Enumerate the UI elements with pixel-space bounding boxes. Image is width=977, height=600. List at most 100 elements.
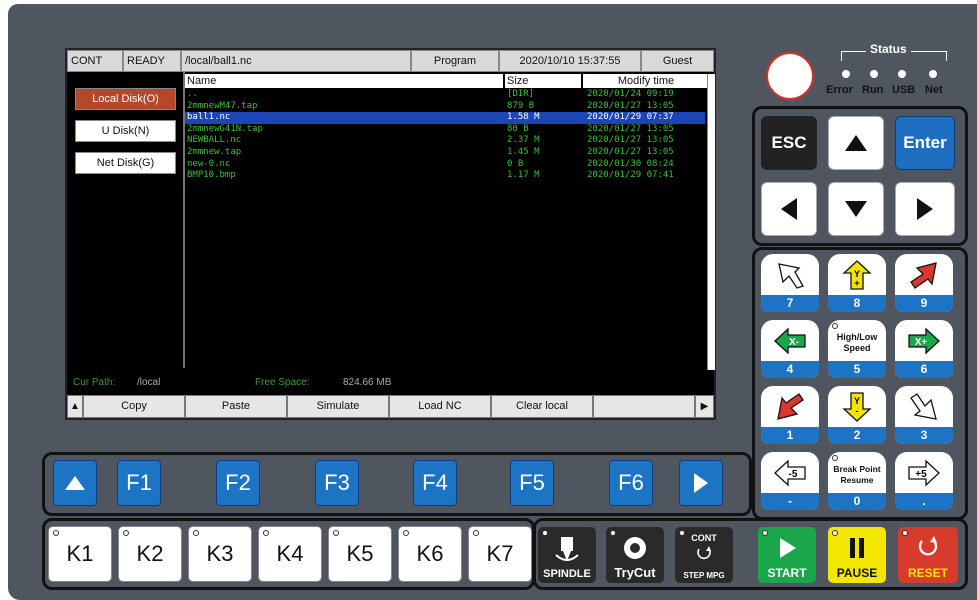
num-key-1[interactable]: 1 [761,386,819,444]
user-display: Guest [641,50,714,72]
file-row[interactable]: BMP10.bmp 1.17 M 2020/01/29 07:41 [185,170,705,182]
k5-key[interactable]: K5 [328,526,392,582]
indicator-dot [473,530,479,536]
path-status-line: Cur Path: /local Free Space: 824.66 MB [67,372,714,394]
y-plus-icon: Y + [828,256,886,294]
f3-key[interactable]: F3 [315,460,359,506]
num-key-9[interactable]: 9 [895,254,953,312]
k6-label: K6 [416,541,444,566]
svg-text:Y: Y [854,396,860,406]
spindle-key[interactable]: SPINDLE [538,527,596,583]
xy-diagonal-up-icon [895,256,953,294]
file-row[interactable]: new-0.nc 0 B 2020/01/30 08:24 [185,159,705,171]
file-row[interactable]: 2mmnew.tap 1.45 M 2020/01/27 13:05 [185,147,705,159]
enter-key[interactable]: Enter [895,116,955,170]
break-point-resume-label: Break Point Resume [833,464,881,485]
indicator-dot [832,455,838,461]
softkey-clear-local[interactable]: Clear local [491,395,593,418]
num-key-6[interactable]: X+ 6 [895,320,953,378]
right-arrow-key[interactable] [895,182,955,236]
datetime-display: 2020/10/10 15:37:55 [499,50,641,72]
indicator-dot [193,530,199,536]
triangle-left-icon [781,198,797,220]
num-key-3[interactable]: 3 [895,386,953,444]
file-modify-time: 2020/01/27 13:05 [587,100,674,111]
cur-path-value: /local [137,377,161,388]
num-key-label: . [895,493,953,510]
num-key-label: 2 [828,427,886,444]
k4-label: K4 [276,541,304,566]
file-modify-time: 2020/01/30 08:24 [587,158,674,169]
k6-key[interactable]: K6 [398,526,462,582]
num-key-0[interactable]: Break Point Resume 0 [828,452,886,510]
plus-5-icon: +5 [895,454,953,492]
net-disk-button[interactable]: Net Disk(G) [75,152,176,174]
f5-key[interactable]: F5 [510,460,554,506]
file-row[interactable]: ball1.nc 1.58 M 2020/01/29 07:37 [185,112,705,124]
column-header-time[interactable]: Modify time [583,74,707,88]
k4-key[interactable]: K4 [258,526,322,582]
cur-path-label: Cur Path: [73,377,116,388]
softkey-load-nc[interactable]: Load NC [389,395,491,418]
k3-key[interactable]: K3 [188,526,252,582]
up-arrow-key[interactable] [828,116,884,170]
cont-step-mpg-key[interactable]: CONT STEP MPG [675,527,733,583]
indicator-dot [832,323,838,329]
screen-tab-program[interactable]: Program [411,50,499,72]
high-low-speed-label: High/Low Speed [836,332,878,353]
file-row[interactable]: .. [DIR] 2020/01/24 09:19 [185,89,705,101]
left-arrow-key[interactable] [761,182,817,236]
k7-key[interactable]: K7 [468,526,532,582]
softkey-up-arrow[interactable]: ▲ [67,395,83,418]
num-key-4[interactable]: X- 4 [761,320,819,378]
indicator-dot [403,530,409,536]
reset-key[interactable]: RESET [898,527,958,583]
softkey-right-arrow[interactable]: ▶ [695,395,714,418]
xy-diagonal-down-icon [761,256,819,294]
error-led [842,70,850,78]
num-key-2[interactable]: Y- 2 [828,386,886,444]
pause-key[interactable]: PAUSE [828,527,886,583]
column-header-name[interactable]: Name [185,74,503,88]
softkey-blank[interactable] [593,395,695,418]
local-disk-button[interactable]: Local Disk(O) [75,88,176,110]
pause-icon [850,538,864,558]
f4-key[interactable]: F4 [413,460,457,506]
file-row[interactable]: 2mmnewG41N.tap 80 B 2020/01/27 13:05 [185,124,705,136]
num-key-dot[interactable]: +5 . [895,452,953,510]
current-file-path: /local/ball1.nc [181,50,411,72]
spindle-label: SPINDLE [543,568,591,580]
start-key[interactable]: START [758,527,816,583]
column-header-size[interactable]: Size [505,74,581,88]
fkey-up-arrow[interactable] [53,460,97,506]
num-key-7[interactable]: 7 [761,254,819,312]
softkey-paste[interactable]: Paste [185,395,287,418]
u-disk-button[interactable]: U Disk(N) [75,120,176,142]
file-row[interactable]: NEWBALL.nc 2.37 M 2020/01/27 13:05 [185,135,705,147]
file-name: ball1.nc [187,112,231,123]
num-key-label: 4 [761,361,819,378]
svg-text:+: + [854,278,859,288]
softkey-copy[interactable]: Copy [83,395,185,418]
f1-key[interactable]: F1 [117,460,161,506]
indicator-dot [53,530,59,536]
file-list-scrollbar[interactable] [707,74,715,370]
trycut-key[interactable]: TryCut [606,527,664,583]
run-label: Run [862,84,884,96]
free-space-value: 824.66 MB [343,377,392,388]
emergency-button[interactable] [766,52,814,100]
esc-key[interactable]: ESC [761,116,817,170]
softkey-simulate[interactable]: Simulate [287,395,389,418]
num-key-8[interactable]: Y + 8 [828,254,886,312]
num-key-5[interactable]: High/Low Speed 5 [828,320,886,378]
k1-key[interactable]: K1 [48,526,112,582]
file-row[interactable]: 2mmnewM47.tap 879 B 2020/01/27 13:05 [185,101,705,113]
k2-key[interactable]: K2 [118,526,182,582]
num-key-label: 6 [895,361,953,378]
down-arrow-key[interactable] [828,182,884,236]
num-key-minus[interactable]: -5 - [761,452,819,510]
f6-key[interactable]: F6 [609,460,653,506]
f2-key[interactable]: F2 [216,460,260,506]
fkey-right-arrow[interactable] [679,460,723,506]
k3-label: K3 [206,541,234,566]
